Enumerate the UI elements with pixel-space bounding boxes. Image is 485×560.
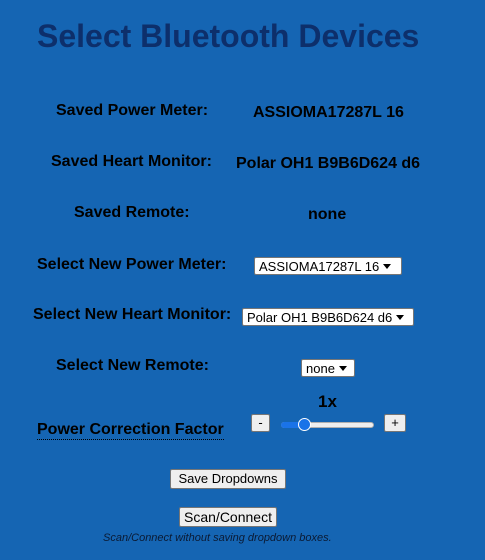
slider-thumb[interactable] bbox=[298, 418, 311, 431]
increase-button[interactable]: + bbox=[384, 414, 406, 432]
select-heart-monitor-label: Select New Heart Monitor: bbox=[33, 306, 232, 323]
saved-heart-monitor-value: Polar OH1 B9B6D624 d6 bbox=[236, 155, 421, 172]
save-dropdowns-button[interactable]: Save Dropdowns bbox=[170, 469, 286, 489]
power-meter-select-value: ASSIOMA17287L 16 bbox=[259, 258, 380, 274]
heart-monitor-select-value: Polar OH1 B9B6D624 d6 bbox=[247, 309, 393, 325]
chevron-down-icon bbox=[383, 263, 392, 269]
saved-heart-monitor-label: Saved Heart Monitor: bbox=[51, 153, 212, 170]
heart-monitor-select[interactable]: Polar OH1 B9B6D624 d6 bbox=[242, 308, 414, 326]
page-title: Select Bluetooth Devices bbox=[37, 18, 420, 54]
chevron-down-icon bbox=[396, 314, 405, 320]
scan-connect-button[interactable]: Scan/Connect bbox=[179, 507, 277, 527]
saved-remote-value: none bbox=[308, 206, 347, 223]
scan-connect-note: Scan/Connect without saving dropdown box… bbox=[103, 532, 332, 544]
saved-power-meter-label: Saved Power Meter: bbox=[56, 102, 209, 119]
select-power-meter-label: Select New Power Meter: bbox=[37, 256, 227, 273]
chevron-down-icon bbox=[338, 365, 347, 371]
power-correction-label: Power Correction Factor bbox=[37, 421, 224, 440]
power-correction-value: 1x bbox=[318, 392, 337, 411]
decrease-button[interactable]: - bbox=[251, 414, 270, 432]
saved-remote-label: Saved Remote: bbox=[74, 204, 190, 221]
select-remote-label: Select New Remote: bbox=[56, 357, 209, 374]
remote-select-value: none bbox=[306, 360, 335, 376]
saved-power-meter-value: ASSIOMA17287L 16 bbox=[253, 104, 404, 121]
power-meter-select[interactable]: ASSIOMA17287L 16 bbox=[254, 257, 402, 275]
remote-select[interactable]: none bbox=[301, 359, 355, 377]
